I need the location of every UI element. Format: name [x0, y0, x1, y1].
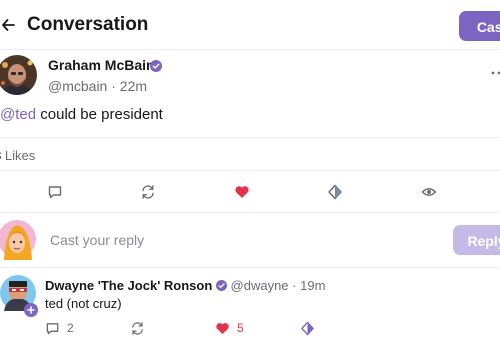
author-name[interactable]: Graham McBain [48, 57, 155, 73]
header-divider [0, 49, 500, 50]
actions-divider [0, 212, 500, 213]
author-meta: @mcbain · 22m [48, 78, 148, 94]
more-options-icon[interactable] [490, 66, 500, 80]
author-handle[interactable]: @mcbain [48, 78, 107, 94]
verified-badge-icon [150, 60, 162, 72]
cast-body-text: could be president [36, 106, 163, 123]
reply-like-heart-icon[interactable] [215, 321, 230, 336]
view-eye-icon[interactable] [421, 184, 437, 200]
reply-verified-badge-icon [215, 280, 227, 291]
reply-header: Dwayne 'The Jock' Ronson @dwayne · 19m [45, 278, 325, 293]
reply-comment-icon[interactable] [45, 321, 60, 336]
likes-label: Likes [1, 148, 36, 163]
composer-divider [0, 267, 500, 268]
recast-icon[interactable] [140, 184, 156, 200]
cast-body: @ted could be president [0, 106, 163, 123]
reply-author-name[interactable]: Dwayne 'The Jock' Ronson [45, 278, 212, 293]
reply-icon[interactable] [47, 184, 63, 200]
reply-author-handle[interactable]: @dwayne [231, 278, 289, 293]
tip-diamond-icon[interactable] [327, 184, 343, 200]
reply-input[interactable] [50, 230, 430, 250]
mention-link[interactable]: @ted [0, 106, 36, 123]
cast-time: 22m [119, 78, 148, 94]
reply-time: 19m [300, 278, 326, 293]
reply-separator: · [288, 278, 301, 293]
reply-button[interactable]: Reply [453, 225, 500, 255]
page-title: Conversation [27, 14, 149, 35]
reply-recast-icon[interactable] [130, 321, 145, 336]
reply-tip-diamond-icon[interactable] [300, 321, 315, 336]
add-plus-icon[interactable] [24, 303, 38, 317]
reply-body: ted (not cruz) [45, 296, 122, 311]
body-divider [0, 137, 500, 138]
reply-comment-count: 2 [67, 321, 74, 335]
cast-button[interactable]: Cast [459, 11, 500, 41]
reply-like-count: 5 [237, 321, 244, 335]
author-avatar[interactable] [0, 55, 37, 95]
like-heart-icon[interactable] [234, 184, 250, 200]
back-arrow-icon[interactable] [0, 16, 16, 34]
likes-summary[interactable]: 3 Likes [0, 148, 35, 163]
my-avatar [0, 220, 36, 260]
likes-divider [0, 170, 500, 171]
